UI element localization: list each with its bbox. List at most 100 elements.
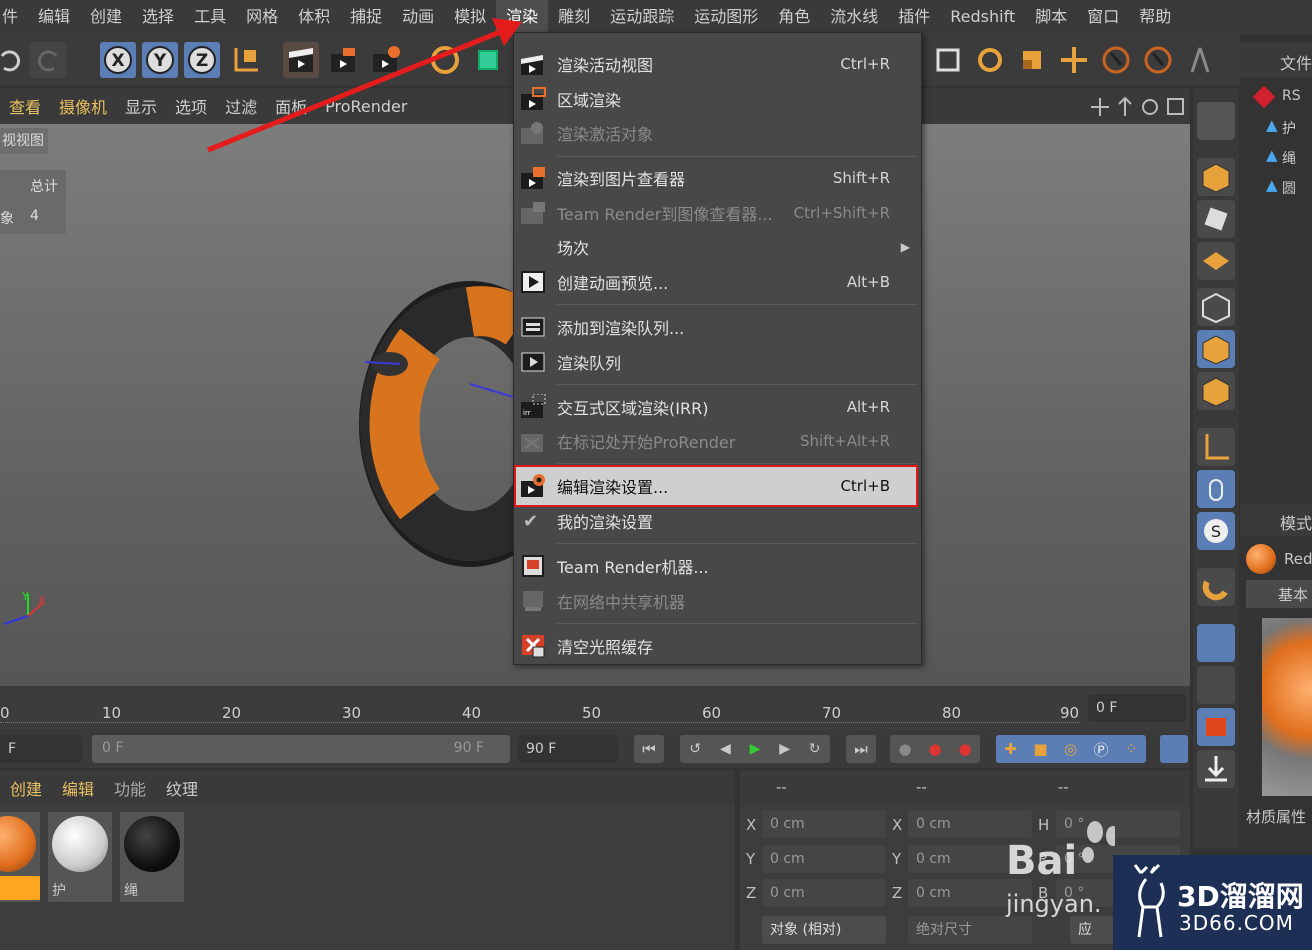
menu-item-region-render[interactable]: 区域渲染 (513, 82, 920, 116)
start-frame-field[interactable]: F (0, 735, 82, 763)
menu-item-team-render-viewer[interactable]: Team Render到图像查看器... Ctrl+Shift+R (513, 196, 920, 230)
transform-icon[interactable] (930, 42, 966, 78)
position-z-field[interactable]: 0 cm (762, 879, 886, 907)
mat-menu-texture[interactable]: 纹理 (156, 776, 208, 800)
menu-item-takes[interactable]: 场次 ▶ (513, 230, 920, 264)
x-axis-lock-icon[interactable]: X (100, 42, 136, 78)
menu-item-render-queue[interactable]: 渲染队列 (513, 345, 920, 379)
menu-item-add-to-render-queue[interactable]: 添加到渲染队列... (513, 310, 920, 344)
goto-end-icon[interactable]: ⏭ (846, 735, 876, 763)
end-frame-field[interactable]: 90 F (518, 735, 618, 763)
menu-item-render-active-objects[interactable]: 渲染激活对象 (513, 116, 920, 150)
points-mode-icon[interactable] (1197, 158, 1235, 196)
viewport-nav-icons[interactable] (1090, 96, 1185, 118)
frame-range-slider[interactable]: 0 F 90 F (92, 735, 510, 763)
menu-script[interactable]: 脚本 (1025, 0, 1077, 34)
record-keyframe-icon[interactable]: ● (928, 740, 941, 758)
mat-menu-edit[interactable]: 编辑 (52, 776, 104, 800)
menu-item-render-view[interactable]: 渲染活动视图 Ctrl+R (513, 47, 920, 81)
motion-path-icon[interactable]: ● (898, 740, 911, 758)
mat-menu-function[interactable]: 功能 (104, 776, 156, 800)
menu-item-shortcut: Ctrl+Shift+R (793, 204, 890, 222)
workplane-icon[interactable] (1197, 102, 1235, 140)
coord-header-size: -- (916, 778, 927, 796)
menu-item-team-render-machines[interactable]: Team Render机器... (513, 549, 920, 583)
viewport-menu-view[interactable]: 查看 (0, 94, 50, 118)
menu-help[interactable]: 帮助 (1129, 0, 1181, 34)
key-scale-icon[interactable]: ■ (1033, 740, 1047, 758)
menu-item-flush-illumination-caches[interactable]: 清空光照缓存 (513, 629, 920, 663)
menu-item-render-to-picture-viewer[interactable]: 渲染到图片查看器 Shift+R (513, 161, 920, 195)
size-mode-select[interactable]: 绝对尺寸 (908, 916, 1032, 944)
point-mode-icon[interactable] (1197, 288, 1235, 326)
mat-menu-create[interactable]: 创建 (0, 776, 52, 800)
workplane-lock-icon[interactable] (1197, 624, 1235, 662)
coordinate-mode-select[interactable]: 对象 (相对) (762, 916, 886, 944)
position-x-field[interactable]: 0 cm (762, 810, 886, 838)
menu-create[interactable]: 创建 (80, 0, 132, 34)
undo-icon[interactable] (0, 42, 28, 78)
viewport-menu-camera[interactable]: 摄像机 (50, 94, 116, 118)
menu-motion-tracking[interactable]: 运动跟踪 (600, 0, 684, 34)
texture-mode-icon[interactable] (1197, 242, 1235, 280)
menu-pipeline[interactable]: 流水线 (820, 0, 888, 34)
menu-mograph[interactable]: 运动图形 (684, 0, 768, 34)
key-position-icon[interactable]: ✚ (1004, 740, 1017, 758)
y-axis-lock-icon[interactable]: Y (142, 42, 178, 78)
menu-plugins[interactable]: 插件 (888, 0, 940, 34)
play-icon[interactable]: ▶ (750, 741, 761, 757)
menu-redshift[interactable]: Redshift (940, 0, 1025, 34)
material-slot[interactable] (0, 812, 40, 902)
move-icon[interactable] (1056, 42, 1092, 78)
checker-mode-icon[interactable] (1197, 200, 1235, 238)
selection-cursor-icon[interactable] (1140, 42, 1176, 78)
axis-mode-icon[interactable] (1197, 428, 1235, 466)
viewport-menu-display[interactable]: 显示 (116, 94, 166, 118)
edge-mode-icon[interactable] (1197, 330, 1235, 368)
prev-frame-icon[interactable]: ◀ (720, 741, 731, 757)
menu-sculpt[interactable]: 雕刻 (548, 0, 600, 34)
next-frame-icon[interactable]: ▶ (779, 741, 790, 757)
menu-file[interactable]: 件 (0, 0, 28, 34)
current-frame-field[interactable]: 0 F (1088, 694, 1186, 722)
position-y-field[interactable]: 0 cm (762, 845, 886, 873)
material-slot[interactable]: 护 (48, 812, 112, 902)
menu-select[interactable]: 选择 (132, 0, 184, 34)
workplane-snap-icon[interactable] (1197, 666, 1235, 704)
menu-window[interactable]: 窗口 (1077, 0, 1129, 34)
timeline[interactable]: 0 10 20 30 40 50 60 70 80 90 0 F (0, 686, 1190, 730)
scale-icon[interactable] (1014, 42, 1050, 78)
download-icon[interactable] (1197, 750, 1235, 788)
menu-item-share-machine[interactable]: 在网络中共享机器 (513, 584, 920, 618)
solo-mode-icon[interactable]: S (1197, 512, 1235, 550)
figure-icon[interactable] (1182, 42, 1218, 78)
key-rotation-icon[interactable]: ◎ (1064, 740, 1077, 758)
autokey-icon[interactable]: ● (958, 740, 971, 758)
rotate-icon[interactable] (972, 42, 1008, 78)
menu-item-edit-render-settings[interactable]: 编辑渲染设置... Ctrl+B (513, 469, 920, 503)
tweak-mode-icon[interactable] (1197, 470, 1235, 508)
menu-item-shortcut: Alt+B (846, 273, 890, 291)
key-pla-icon[interactable]: ⁘ (1125, 740, 1138, 758)
polygon-mode-icon[interactable] (1197, 372, 1235, 410)
menu-item-my-render-setting[interactable]: ✔ 我的渲染设置 (513, 504, 920, 538)
menu-item-interactive-render-region[interactable]: irr 交互式区域渲染(IRR) Alt+R (513, 390, 920, 424)
material-slot[interactable]: 绳 (120, 812, 184, 902)
tree-item-rs[interactable]: RS (1250, 85, 1301, 110)
prev-key-icon[interactable]: ↺ (689, 741, 701, 757)
key-param-icon[interactable]: Ⓟ (1094, 739, 1109, 760)
viewport-solo-icon[interactable] (1197, 708, 1235, 746)
goto-start-icon[interactable]: ⏮ (634, 735, 664, 763)
next-key-icon[interactable]: ↻ (809, 741, 821, 757)
redo-icon[interactable] (30, 42, 66, 78)
snap-magnet-icon[interactable] (1197, 568, 1235, 606)
menu-separator (557, 156, 917, 157)
menu-edit[interactable]: 编辑 (28, 0, 80, 34)
live-selection-icon[interactable] (1098, 42, 1134, 78)
timeline-mode-icon[interactable] (1160, 735, 1188, 763)
coord-header-pos: -- (776, 778, 787, 796)
menu-item-make-preview[interactable]: 创建动画预览... Alt+B (513, 265, 920, 299)
tab-basic[interactable]: 基本 (1246, 580, 1312, 608)
menu-character[interactable]: 角色 (768, 0, 820, 34)
menu-item-start-prorender[interactable]: 在标记处开始ProRender Shift+Alt+R (513, 424, 920, 458)
